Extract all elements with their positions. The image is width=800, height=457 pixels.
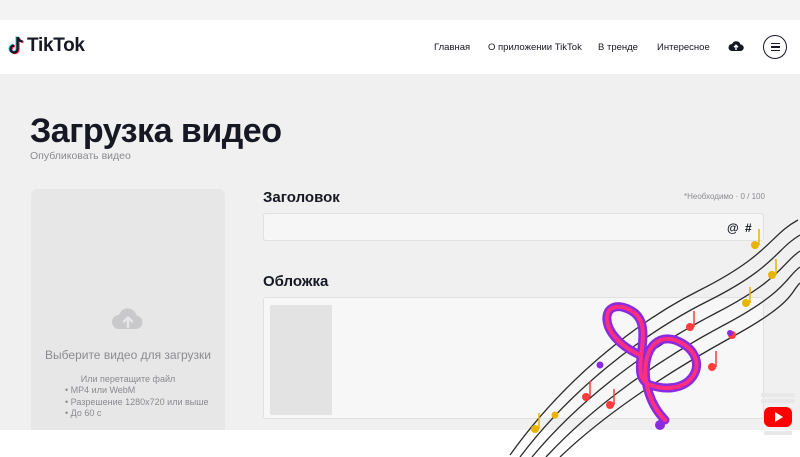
drag-drop-hint: Или перетащите файл (80, 374, 176, 384)
requirement-format: MP4 или WebM (65, 385, 208, 397)
caption-input[interactable]: @ # (263, 213, 764, 241)
nav-discover[interactable]: Интересное (657, 42, 710, 53)
hamburger-menu-icon (770, 42, 780, 45)
cloud-upload-icon (112, 308, 143, 329)
tiktok-note-icon (8, 36, 24, 55)
site-header: TikTok Главная О приложении TikTok В тре… (0, 20, 800, 74)
bottom-bar (0, 430, 800, 457)
page-title: Загрузка видео (30, 112, 282, 150)
requirement-duration: До 60 с (65, 408, 208, 420)
hashtag-icon[interactable]: # (745, 221, 752, 235)
caption-label: Заголовок (263, 189, 340, 206)
logo-text: TikTok (27, 35, 85, 56)
cover-selector[interactable] (263, 297, 764, 419)
nav-home[interactable]: Главная (434, 42, 470, 53)
youtube-logo-icon (761, 393, 795, 435)
upload-requirements: MP4 или WebM Разрешение 1280x720 или выш… (65, 385, 209, 420)
page-subtitle: Опубликовать видео (30, 150, 131, 162)
nav-trending[interactable]: В тренде (598, 42, 638, 53)
cover-label: Обложка (263, 273, 329, 290)
caption-counter: *Необходимо · 0 / 100 (684, 192, 765, 201)
menu-button[interactable] (763, 35, 787, 59)
upload-title: Выберите видео для загрузки (45, 348, 211, 362)
upload-page: Загрузка видео Опубликовать видео Выбери… (0, 74, 800, 434)
video-upload-area[interactable]: Выберите видео для загрузки Или перетащи… (31, 189, 225, 434)
tiktok-logo[interactable]: TikTok (8, 35, 85, 57)
cover-thumbnail[interactable] (270, 305, 332, 415)
requirement-resolution: Разрешение 1280x720 или выше (65, 397, 209, 409)
nav-about[interactable]: О приложении TikTok (488, 42, 582, 53)
mention-at-icon[interactable]: @ (727, 221, 739, 235)
top-strip (0, 0, 800, 20)
upload-cloud-icon[interactable] (728, 39, 744, 53)
